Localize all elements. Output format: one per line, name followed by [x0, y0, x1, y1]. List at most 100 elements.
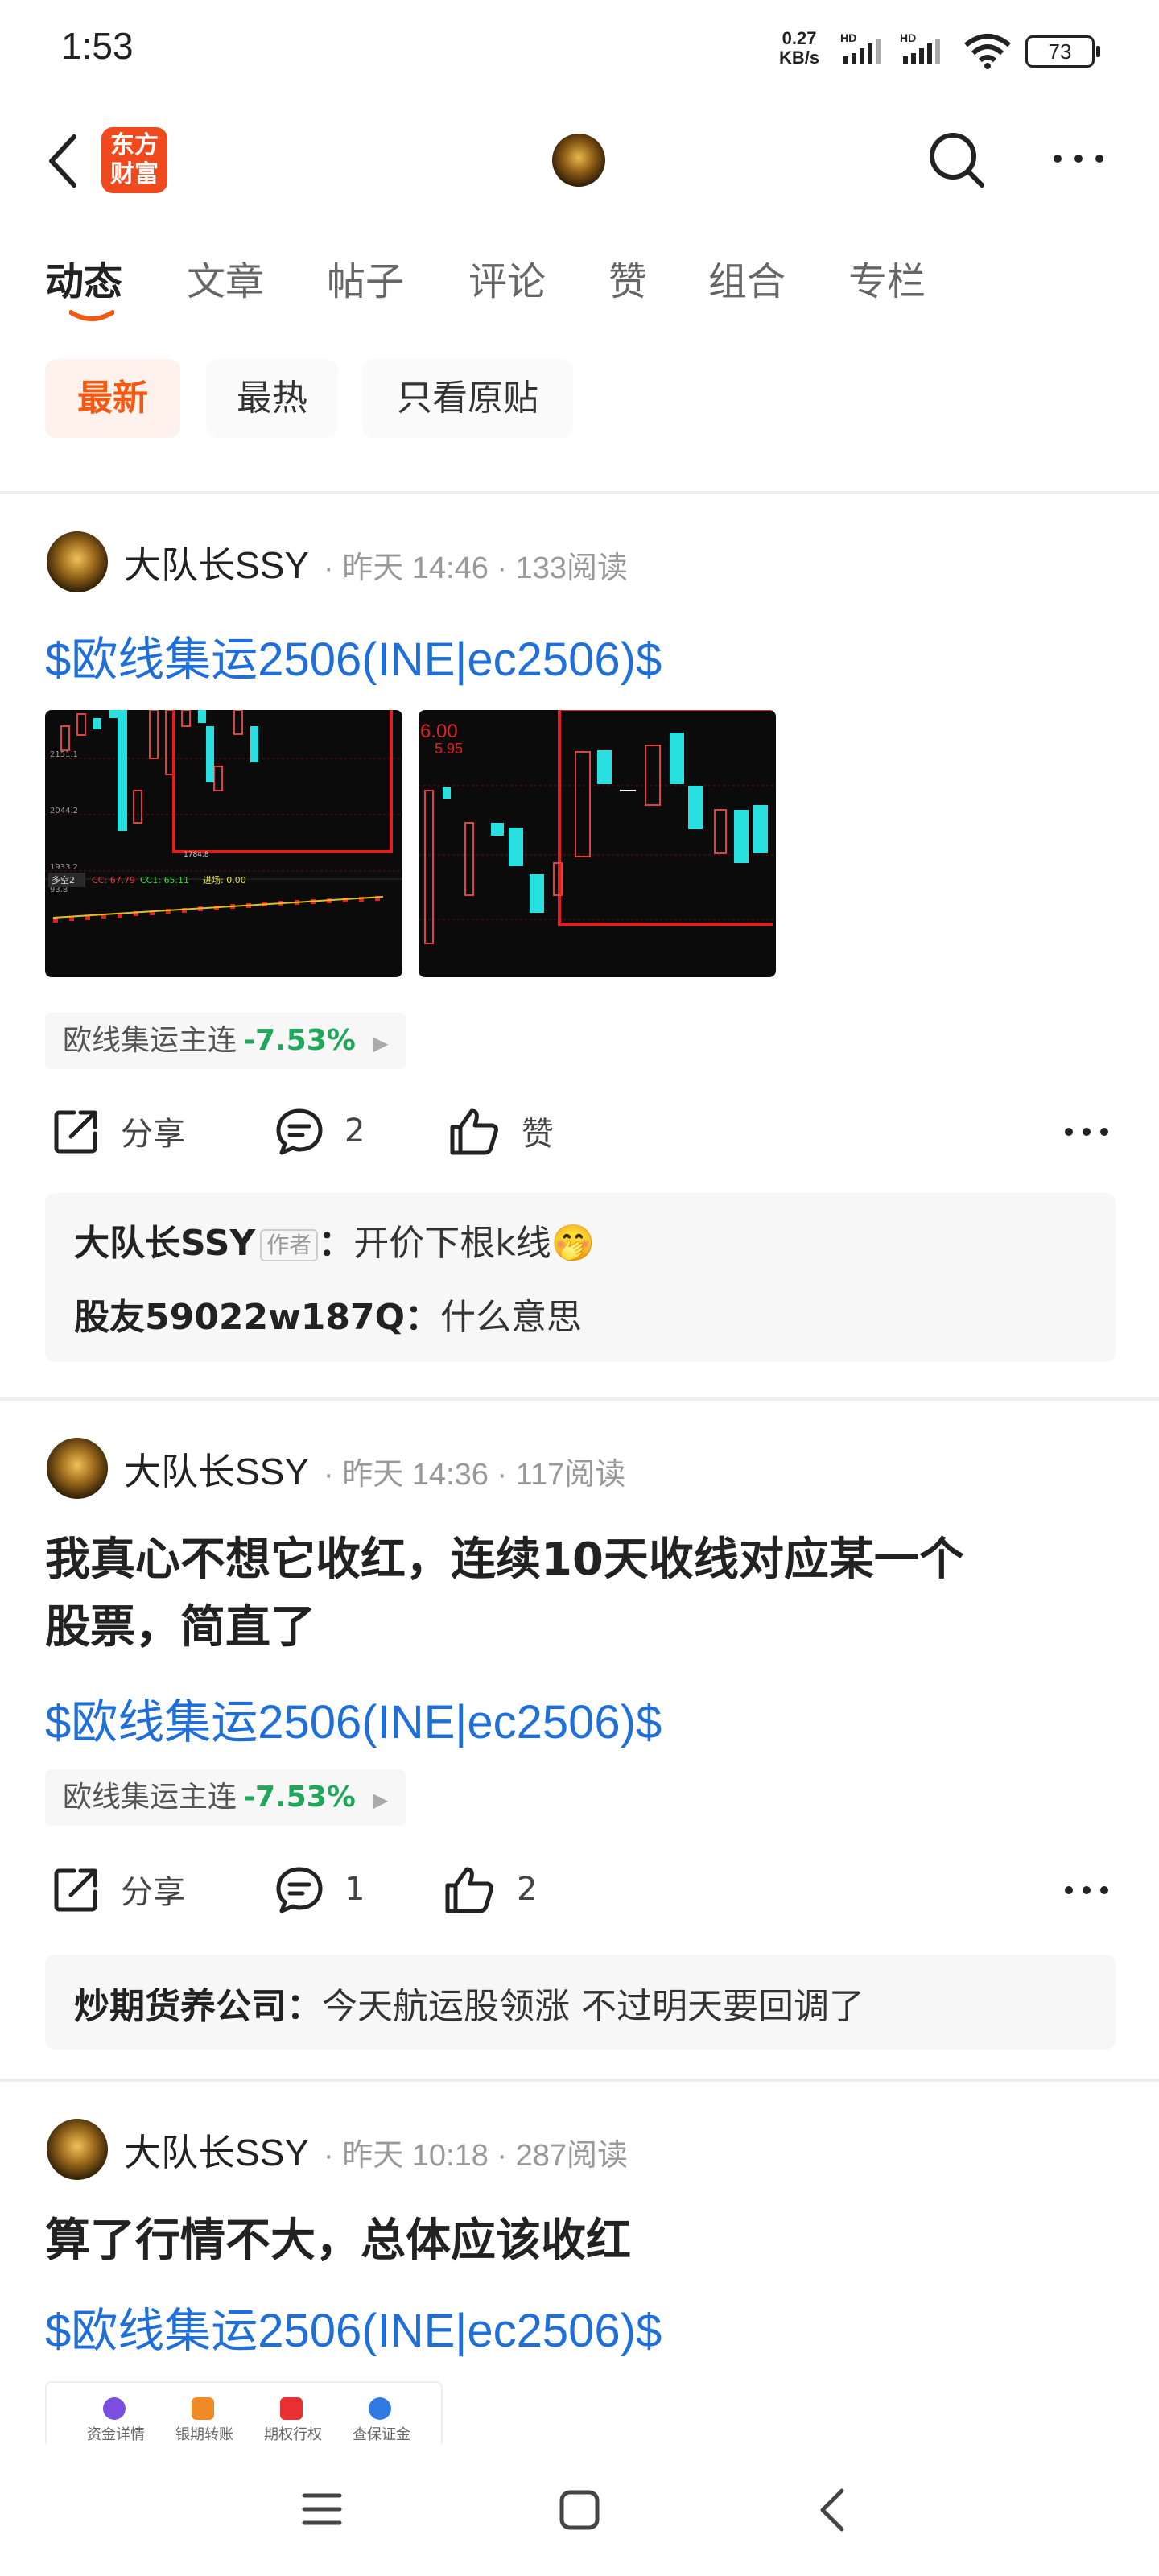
status-bar: 1:53 0.27 KB/s HD HD 73 — [0, 0, 1159, 97]
share-icon — [54, 1110, 97, 1154]
candlestick-chart: 2151.1 2044.2 1933.2 93.8 1784.8 多空2 CC:… — [45, 710, 402, 923]
fund-icon — [103, 2397, 126, 2420]
post-stock-link[interactable]: $欧线集运2506(INE|ec2506)$ — [45, 621, 662, 689]
post-title-line: 股票，简直了 — [45, 1601, 316, 1653]
indicator-cc1: CC1: 65.11 — [140, 875, 189, 886]
stock-quote-tag[interactable]: 欧线集运主连 -7.53% ▶ — [45, 1769, 406, 1826]
author-badge: 作者 — [260, 1229, 319, 1261]
comment-text: 今天航运股领涨 不过明天要回调了 — [322, 1986, 864, 2027]
logo-text-top: 东方 — [110, 131, 159, 159]
system-nav-bar — [0, 2444, 1159, 2576]
like-button[interactable]: 赞 — [448, 1106, 554, 1156]
share-button[interactable]: 分享 — [52, 1864, 185, 1914]
thumbs-up-icon — [445, 1867, 493, 1913]
tab-column[interactable]: 专栏 — [848, 250, 926, 306]
comment-preview-box[interactable]: 大队长SSY 作者 ：开价下根k线🤭 股友59022w187Q：什么意思 — [45, 1193, 1116, 1362]
post-author-avatar[interactable] — [47, 531, 108, 592]
post-image-preview[interactable]: 资金详情 银期转账 期权行权 查保证金 — [45, 2381, 443, 2449]
price-label: 6.00 — [420, 720, 458, 742]
commenter-name[interactable]: 大队长SSY — [74, 1223, 255, 1264]
indicator-name: 多空2 — [52, 874, 75, 886]
comment-text: 开价下根k线🤭 — [353, 1223, 596, 1264]
price-label: 2151.1 — [50, 750, 78, 759]
tab-posts[interactable]: 帖子 — [327, 250, 404, 306]
status-time: 1:53 — [61, 25, 134, 67]
post-title-line: 我真心不想它收红，连续10天收线对应某一个 — [45, 1534, 964, 1586]
post-title[interactable]: 算了行情不大，总体应该收红 — [45, 2207, 631, 2275]
menu-icon[interactable] — [299, 2489, 344, 2529]
commenter-name[interactable]: 炒期货养公司 — [74, 1986, 287, 2027]
filter-original-only[interactable]: 只看原贴 — [362, 359, 573, 438]
active-tab-indicator — [69, 310, 114, 321]
tab-dynamic[interactable]: 动态 — [45, 250, 122, 306]
post-author-avatar[interactable] — [47, 1438, 108, 1499]
post-chart-image[interactable]: 2151.1 2044.2 1933.2 93.8 1784.8 多空2 CC:… — [45, 710, 402, 977]
candlestick-chart-2: 6.00 5.95 — [419, 710, 776, 944]
indicator-entry: 进场: 0.00 — [203, 874, 246, 886]
commenter-name[interactable]: 股友59022w187Q — [74, 1297, 405, 1338]
tab-articles[interactable]: 文章 — [187, 250, 264, 306]
tab-likes[interactable]: 赞 — [608, 250, 647, 306]
play-arrow-icon: ▶ — [373, 1032, 389, 1055]
comment-item: 大队长SSY 作者 ：开价下根k线🤭 — [74, 1223, 596, 1264]
tab-comments[interactable]: 评论 — [468, 250, 546, 306]
post-meta: · 昨天 14:36 · 117阅读 — [324, 1458, 626, 1492]
quote-change: -7.53% — [243, 1024, 356, 1057]
more-options-icon[interactable] — [1046, 147, 1111, 171]
thumbs-up-icon — [450, 1108, 498, 1155]
share-button[interactable]: 分享 — [52, 1106, 185, 1156]
filter-hottest[interactable]: 最热 — [206, 359, 338, 438]
search-icon[interactable] — [924, 127, 988, 192]
option-icon — [280, 2397, 303, 2420]
tab-portfolio[interactable]: 组合 — [708, 250, 786, 306]
svg-text:HD: HD — [840, 32, 856, 44]
margin-icon — [369, 2397, 391, 2420]
comment-icon — [276, 1108, 323, 1155]
quote-change: -7.53% — [243, 1781, 356, 1814]
filter-latest[interactable]: 最新 — [45, 359, 180, 438]
post-divider — [0, 2079, 1159, 2082]
battery-indicator: 73 — [1025, 35, 1100, 68]
price-label: 1784.8 — [184, 851, 209, 859]
post-stock-link[interactable]: $欧线集运2506(INE|ec2506)$ — [45, 1684, 662, 1752]
post-chart-image-2[interactable]: 6.00 5.95 — [419, 710, 776, 977]
comment-preview-box[interactable]: 炒期货养公司：今天航运股领涨 不过明天要回调了 — [45, 1955, 1116, 2050]
transfer-icon — [192, 2397, 214, 2420]
post-title-line: 算了行情不大，总体应该收红 — [45, 2215, 631, 2267]
net-speed: 0.27 KB/s — [779, 29, 819, 68]
mini-label: 银期转账 — [175, 2426, 233, 2443]
mini-label: 资金详情 — [87, 2426, 145, 2443]
share-label: 分享 — [121, 1874, 185, 1911]
home-icon[interactable] — [557, 2487, 602, 2533]
stock-quote-tag[interactable]: 欧线集运主连 -7.53% ▶ — [45, 1013, 406, 1069]
svg-text:HD: HD — [900, 32, 916, 44]
comment-button[interactable]: 2 — [274, 1106, 365, 1156]
quote-name: 欧线集运主连 — [63, 1781, 237, 1814]
logo-text-bottom: 财富 — [110, 160, 159, 188]
post-more-icon[interactable] — [1062, 1124, 1111, 1140]
mini-label: 查保证金 — [353, 2426, 410, 2443]
back-icon[interactable] — [813, 2486, 853, 2534]
post-stock-link[interactable]: $欧线集运2506(INE|ec2506)$ — [45, 2293, 662, 2360]
post-divider — [0, 1397, 1159, 1401]
price-label: 1933.2 — [50, 863, 78, 872]
post-meta: · 昨天 14:46 · 133阅读 — [324, 551, 629, 585]
post-title[interactable]: 我真心不想它收红，连续10天收线对应某一个 股票，简直了 — [45, 1526, 964, 1662]
net-speed-value: 0.27 — [782, 28, 817, 48]
user-avatar[interactable] — [552, 134, 605, 187]
back-arrow-icon[interactable] — [42, 129, 87, 193]
post-author-name[interactable]: 大队长SSY — [124, 536, 309, 589]
price-label: 2044.2 — [50, 807, 78, 815]
net-speed-unit: KB/s — [779, 47, 820, 68]
like-button[interactable]: 2 — [443, 1864, 537, 1914]
post-author-name[interactable]: 大队长SSY — [124, 2124, 309, 2177]
post-meta: · 昨天 10:18 · 287阅读 — [324, 2139, 629, 2173]
post-author-name[interactable]: 大队长SSY — [124, 1443, 309, 1496]
price-label: 5.95 — [435, 741, 463, 757]
comment-item: 股友59022w187Q：什么意思 — [74, 1297, 582, 1338]
post-more-icon[interactable] — [1062, 1882, 1111, 1898]
comment-button[interactable]: 1 — [274, 1864, 365, 1914]
share-label: 分享 — [121, 1116, 185, 1153]
post-author-avatar[interactable] — [47, 2119, 108, 2180]
play-arrow-icon: ▶ — [373, 1789, 389, 1811]
